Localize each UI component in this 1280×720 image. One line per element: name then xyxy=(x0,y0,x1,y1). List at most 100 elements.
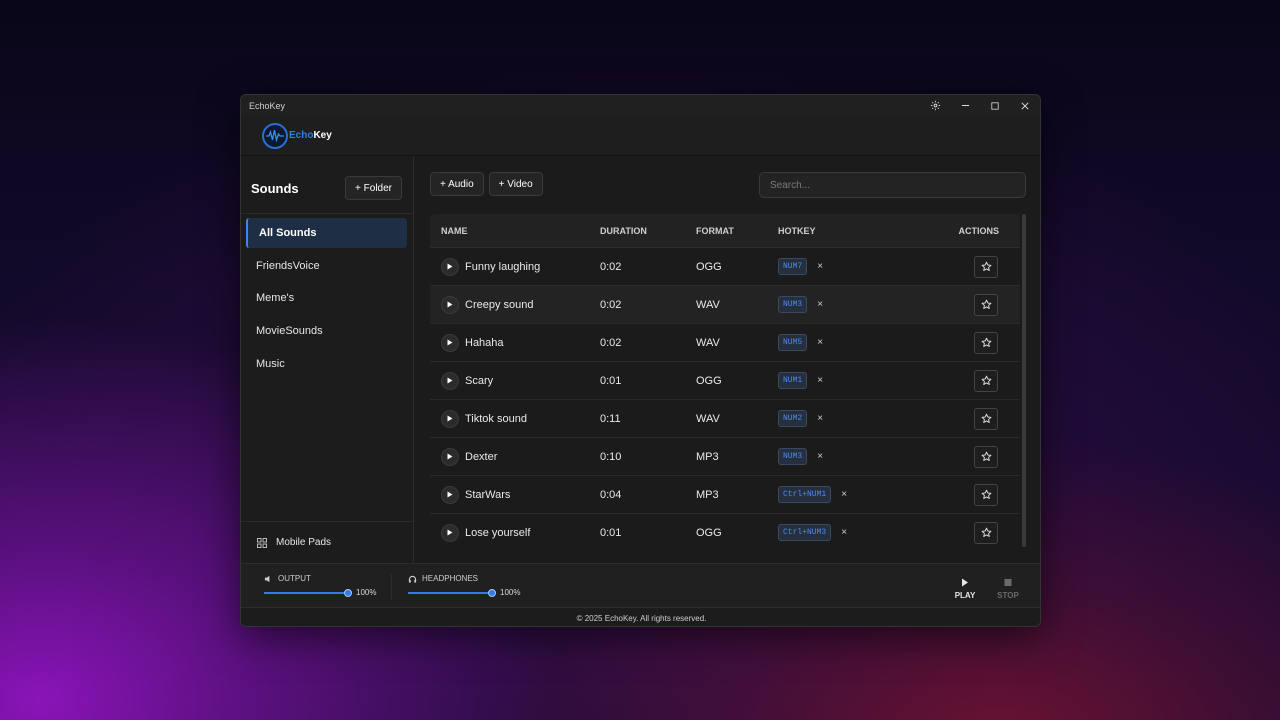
sound-name-cell: Lose yourself xyxy=(430,523,600,542)
favorite-button[interactable] xyxy=(974,293,998,316)
star-icon xyxy=(981,375,991,385)
actions-cell xyxy=(940,293,1020,316)
speaker-icon xyxy=(264,575,270,582)
header-hotkey[interactable]: HOTKEY xyxy=(778,226,940,236)
minimize-button[interactable] xyxy=(950,95,980,116)
table-row[interactable]: Tiktok sound 0:11 WAV NUM2 × xyxy=(430,400,1020,438)
hotkey-badge[interactable]: Ctrl+NUM1 xyxy=(778,486,832,503)
headphones-slider[interactable] xyxy=(408,589,496,597)
sound-name: Lose yourself xyxy=(465,526,531,539)
sidebar-item-moviesounds[interactable]: MovieSounds xyxy=(246,316,407,346)
sound-name-cell: Hahaha xyxy=(430,333,600,352)
remove-hotkey-button[interactable]: × xyxy=(841,489,847,500)
play-button[interactable]: PLAY xyxy=(950,578,980,600)
hotkey-cell: NUM7 × xyxy=(778,258,940,275)
mobile-pads-button[interactable]: Mobile Pads xyxy=(241,521,413,563)
maximize-button[interactable] xyxy=(980,95,1010,116)
sound-format: WAV xyxy=(696,336,720,349)
add-video-button[interactable]: + Video xyxy=(488,172,543,196)
play-icon xyxy=(447,339,453,346)
table-scrollbar[interactable] xyxy=(1022,214,1026,547)
hotkey-badge[interactable]: NUM5 xyxy=(778,334,808,351)
gear-icon xyxy=(930,100,940,111)
play-sound-button[interactable] xyxy=(441,295,459,314)
remove-hotkey-button[interactable]: × xyxy=(817,261,823,272)
window-controls xyxy=(920,95,1040,116)
remove-hotkey-button[interactable]: × xyxy=(841,527,847,538)
header-format[interactable]: FORMAT xyxy=(696,226,778,236)
scrollbar-thumb[interactable] xyxy=(1022,214,1026,547)
table-row[interactable]: Funny laughing 0:02 OGG NUM7 × xyxy=(430,248,1020,286)
mobile-pads-label: Mobile Pads xyxy=(276,537,332,548)
sidebar-item-music[interactable]: Music xyxy=(246,349,407,379)
play-sound-button[interactable] xyxy=(441,409,459,428)
sidebar-title: Sounds xyxy=(251,180,299,196)
actions-cell xyxy=(940,331,1020,354)
star-icon xyxy=(981,261,991,271)
sidebar: Sounds + Folder All Sounds FriendsVoice … xyxy=(241,156,414,563)
headphones-slider-knob[interactable] xyxy=(488,589,496,597)
play-icon xyxy=(962,578,968,587)
table-row[interactable]: StarWars 0:04 MP3 Ctrl+NUM1 × xyxy=(430,476,1020,514)
favorite-button[interactable] xyxy=(974,331,998,354)
table-row[interactable]: Scary 0:01 OGG NUM1 × xyxy=(430,362,1020,400)
favorite-button[interactable] xyxy=(974,255,998,278)
footer: © 2025 EchoKey. All rights reserved. xyxy=(241,607,1040,626)
add-folder-button[interactable]: + Folder xyxy=(345,176,402,200)
hotkey-badge[interactable]: NUM3 xyxy=(778,448,808,465)
headphones-icon xyxy=(408,575,417,583)
output-slider[interactable] xyxy=(264,589,352,597)
header-duration[interactable]: DURATION xyxy=(600,226,696,236)
favorite-button[interactable] xyxy=(974,407,998,430)
remove-hotkey-button[interactable]: × xyxy=(817,337,823,348)
play-sound-button[interactable] xyxy=(441,447,459,466)
favorite-button[interactable] xyxy=(974,521,998,544)
actions-cell xyxy=(940,255,1020,278)
remove-hotkey-button[interactable]: × xyxy=(817,413,823,424)
favorite-button[interactable] xyxy=(974,483,998,506)
hotkey-badge[interactable]: NUM1 xyxy=(778,372,808,389)
hotkey-badge[interactable]: NUM2 xyxy=(778,410,808,427)
close-button[interactable] xyxy=(1010,95,1040,116)
actions-cell xyxy=(940,521,1020,544)
remove-hotkey-button[interactable]: × xyxy=(817,375,823,386)
search-input[interactable] xyxy=(759,172,1026,198)
sidebar-item-all-sounds[interactable]: All Sounds xyxy=(246,218,407,248)
star-icon xyxy=(981,413,991,423)
play-sound-button[interactable] xyxy=(441,257,459,276)
table-row[interactable]: Hahaha 0:02 WAV NUM5 × xyxy=(430,324,1020,362)
hotkey-badge[interactable]: NUM3 xyxy=(778,296,808,313)
star-icon xyxy=(981,527,991,537)
header-name[interactable]: NAME xyxy=(430,226,600,236)
favorite-button[interactable] xyxy=(974,445,998,468)
favorite-button[interactable] xyxy=(974,369,998,392)
output-control: OUTPUT xyxy=(264,574,311,583)
play-sound-button[interactable] xyxy=(441,485,459,504)
play-sound-button[interactable] xyxy=(441,371,459,390)
output-slider-knob[interactable] xyxy=(344,589,352,597)
play-icon xyxy=(447,263,453,270)
sound-format: MP3 xyxy=(696,450,719,463)
sidebar-item-friendsvoice[interactable]: FriendsVoice xyxy=(246,251,407,281)
app-body: Sounds + Folder All Sounds FriendsVoice … xyxy=(241,156,1040,563)
minimize-icon xyxy=(961,105,969,106)
table-row[interactable]: Creepy sound 0:02 WAV NUM3 × xyxy=(430,286,1020,324)
table-row[interactable]: Dexter 0:10 MP3 NUM3 × xyxy=(430,438,1020,476)
hotkey-badge[interactable]: NUM7 xyxy=(778,258,808,275)
settings-button[interactable] xyxy=(920,95,950,116)
hotkey-badge[interactable]: Ctrl+NUM3 xyxy=(778,524,832,541)
sound-name: Creepy sound xyxy=(465,298,534,311)
audio-bar: OUTPUT 100% HEADPHONES 100% PLAY STOP xyxy=(241,563,1040,607)
table-row[interactable]: Lose yourself 0:01 OGG Ctrl+NUM3 × xyxy=(430,514,1020,549)
stop-label: STOP xyxy=(997,591,1019,600)
remove-hotkey-button[interactable]: × xyxy=(817,451,823,462)
play-sound-button[interactable] xyxy=(441,523,459,542)
add-audio-button[interactable]: + Audio xyxy=(430,172,484,196)
play-sound-button[interactable] xyxy=(441,333,459,352)
hotkey-cell: NUM5 × xyxy=(778,334,940,351)
remove-hotkey-button[interactable]: × xyxy=(817,299,823,310)
sidebar-item-memes[interactable]: Meme's xyxy=(246,283,407,313)
app-window: EchoKey EchoKey Sounds + Folder All Soun… xyxy=(240,94,1041,627)
sound-duration: 0:04 xyxy=(600,488,622,501)
stop-button[interactable]: STOP xyxy=(993,578,1023,600)
